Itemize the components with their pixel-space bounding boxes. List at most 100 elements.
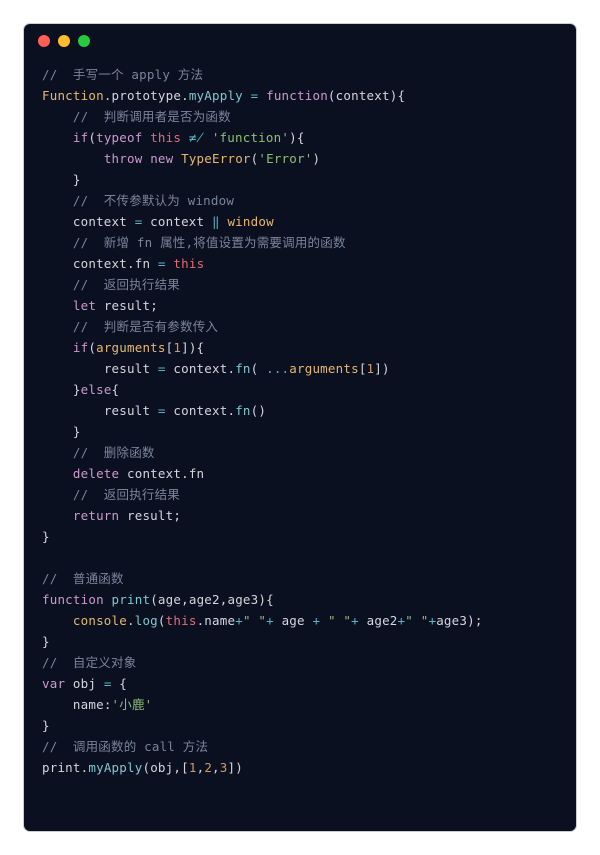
code-token-func: myApply — [189, 88, 243, 103]
code-token-comment: // 自定义对象 — [42, 655, 136, 670]
code-token-comment: // 调用函数的 call 方法 — [42, 739, 208, 754]
code-token-string: '小鹿' — [112, 697, 153, 712]
code-token-punct: . — [181, 88, 189, 103]
code-window: // 手写一个 apply 方法 Function.prototype.myAp… — [24, 24, 576, 831]
code-token-ident: context — [166, 403, 228, 418]
code-token-indent — [42, 613, 73, 628]
code-token-indent — [42, 172, 73, 187]
code-token-punct: } — [42, 718, 50, 733]
code-token-comment: // 不传参默认为 window — [73, 193, 234, 208]
code-token-builtin: Function — [42, 88, 104, 103]
code-token-ident: age — [158, 592, 181, 607]
code-token-punct: ,[ — [173, 760, 188, 775]
code-token-punct: ){ — [258, 592, 273, 607]
code-token-punct: . — [181, 466, 189, 481]
code-token-keyword: if — [73, 340, 88, 355]
code-token-comment: // 返回执行结果 — [73, 487, 180, 502]
code-token-ident — [104, 592, 112, 607]
code-token-indent — [42, 193, 73, 208]
code-token-indent — [42, 109, 73, 124]
code-token-indent — [42, 214, 73, 229]
code-token-indent — [42, 445, 73, 460]
code-token-punct: ) — [312, 151, 320, 166]
code-token-comment: // 判断调用者是否为函数 — [73, 109, 231, 124]
code-token-prop: fn — [189, 466, 204, 481]
code-token-punct: ]) — [228, 760, 243, 775]
zoom-icon[interactable] — [78, 35, 90, 47]
code-token-ident: result — [104, 403, 158, 418]
code-token-punct: ){ — [289, 130, 304, 145]
code-token-keyword: var — [42, 676, 65, 691]
code-token-punct: { — [112, 382, 120, 397]
code-token-func: print — [112, 592, 151, 607]
code-token-ident — [150, 256, 158, 271]
code-token-type: TypeError — [181, 151, 251, 166]
code-token-punct: } — [73, 424, 81, 439]
code-token-builtin: window — [227, 214, 273, 229]
code-token-punct: ( — [88, 130, 96, 145]
code-token-keyword: else — [81, 382, 112, 397]
code-token-keyword: delete — [73, 466, 119, 481]
code-token-punct: , — [212, 760, 220, 775]
code-token-this: this — [173, 256, 204, 271]
code-token-func: log — [135, 613, 158, 628]
code-token-ident — [204, 130, 212, 145]
code-token-ident: obj — [65, 676, 104, 691]
code-token-comment: // 判断是否有参数传入 — [73, 319, 218, 334]
code-token-indent — [42, 277, 73, 292]
code-token-keyword: throw — [104, 151, 143, 166]
code-token-string: 'Error' — [258, 151, 312, 166]
code-token-builtin: arguments — [289, 361, 359, 376]
code-token-ident: context — [73, 214, 135, 229]
code-token-op: ‖ — [212, 214, 220, 229]
code-token-ident: obj — [150, 760, 173, 775]
code-token-punct: ( — [88, 340, 96, 355]
code-token-punct: ( — [150, 592, 158, 607]
code-token-func: fn — [235, 403, 250, 418]
code-token-prop: fn — [135, 256, 150, 271]
titlebar — [24, 24, 576, 58]
code-token-ident: context — [119, 466, 181, 481]
code-token-ident: context — [166, 361, 228, 376]
code-token-indent — [42, 361, 104, 376]
code-token-punct: () — [251, 403, 266, 418]
code-token-ident: context — [336, 88, 390, 103]
code-token-keyword: return — [73, 508, 119, 523]
code-token-punct: ]){ — [181, 340, 204, 355]
code-token-prop: name — [204, 613, 235, 628]
code-token-punct: ; — [150, 298, 158, 313]
close-icon[interactable] — [38, 35, 50, 47]
code-token-ident: age3 — [436, 613, 467, 628]
code-token-comment: // 手写一个 apply 方法 — [42, 67, 203, 82]
code-token-punct: ( — [158, 613, 166, 628]
code-token-ident — [243, 88, 251, 103]
code-token-indent — [42, 403, 104, 418]
code-token-punct: . — [104, 88, 112, 103]
code-token-punct: } — [42, 634, 50, 649]
code-token-indent — [42, 319, 73, 334]
code-token-punct: . — [127, 256, 135, 271]
code-token-ident: context — [142, 214, 212, 229]
code-token-ident: result — [104, 361, 158, 376]
code-token-indent — [42, 298, 73, 313]
code-token-builtin: arguments — [96, 340, 166, 355]
code-block: // 手写一个 apply 方法 Function.prototype.myAp… — [24, 58, 576, 796]
minimize-icon[interactable] — [58, 35, 70, 47]
code-token-op: + — [351, 613, 359, 628]
code-token-indent — [42, 466, 73, 481]
code-token-punct: ){ — [390, 88, 405, 103]
code-token-punct: } — [73, 382, 81, 397]
code-token-ident: context — [73, 256, 127, 271]
code-token-punct: ; — [173, 508, 181, 523]
code-token-punct: ( — [328, 88, 336, 103]
code-token-indent — [42, 340, 73, 355]
code-token-number: 2 — [204, 760, 212, 775]
code-token-number: 3 — [220, 760, 228, 775]
code-token-punct: } — [42, 529, 50, 544]
code-token-string: 'function' — [212, 130, 289, 145]
code-token-punct: ); — [467, 613, 482, 628]
code-token-keyword: if — [73, 130, 88, 145]
code-token-ident: result — [119, 508, 173, 523]
code-token-indent — [42, 151, 104, 166]
code-token-indent — [42, 424, 73, 439]
